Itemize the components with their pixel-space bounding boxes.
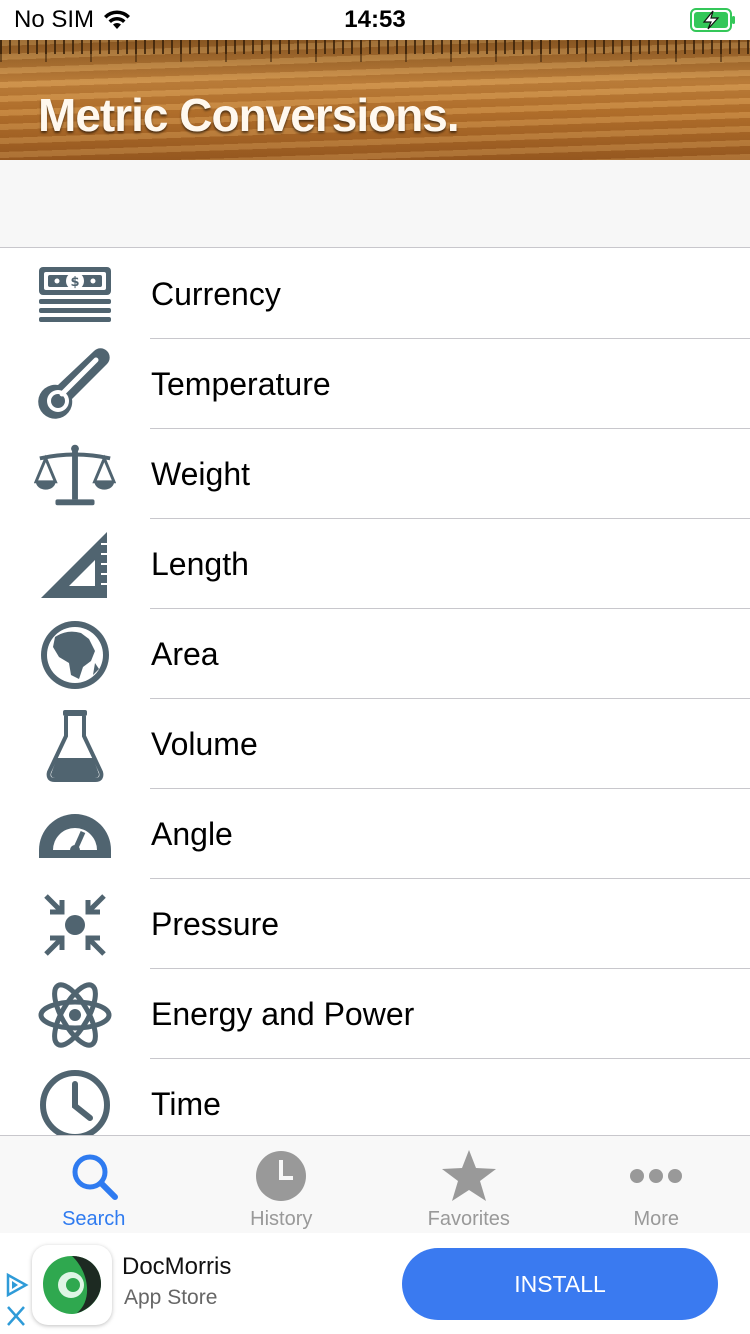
money-stack-icon: $ (34, 257, 116, 333)
more-dots-icon (628, 1148, 684, 1204)
globe-icon (34, 617, 116, 693)
list-item-label: Temperature (151, 365, 331, 402)
header-banner: Metric Conversions. (0, 40, 750, 160)
ad-banner[interactable]: DocMorris App Store INSTALL (0, 1233, 750, 1334)
set-square-icon (34, 527, 116, 603)
tab-label: History (250, 1208, 313, 1230)
flask-icon (34, 707, 116, 783)
ad-store-label: App Store (124, 1286, 218, 1309)
list-item-label: Energy and Power (151, 995, 415, 1032)
list-item-label: Time (151, 1085, 221, 1122)
battery-charging-icon (690, 8, 735, 32)
clock-icon (34, 1067, 116, 1135)
tab-more[interactable]: More (563, 1136, 750, 1233)
list-item-label: Area (151, 635, 219, 672)
list-item-length[interactable]: Length (0, 519, 750, 609)
list-item-energy-and-power[interactable]: Energy and Power (0, 969, 750, 1059)
list-item-label: Weight (151, 455, 251, 492)
list-item-angle[interactable]: Angle (0, 789, 750, 879)
header-spacer (0, 160, 750, 248)
list-item-label: Volume (151, 725, 258, 762)
atom-icon (34, 977, 116, 1053)
compress-arrows-icon (34, 887, 116, 963)
tab-favorites[interactable]: Favorites (375, 1136, 563, 1233)
list-item-temperature[interactable]: Temperature (0, 339, 750, 429)
history-clock-icon (253, 1148, 309, 1204)
tab-bar: Search History Favorites More (0, 1135, 750, 1233)
tab-history[interactable]: History (188, 1136, 376, 1233)
svg-text:$: $ (70, 275, 79, 290)
category-list[interactable]: $ Currency Temperature Weight Length Are… (0, 249, 750, 1135)
list-item-weight[interactable]: Weight (0, 429, 750, 519)
list-item-label: Pressure (151, 905, 280, 942)
thermometer-icon (34, 347, 116, 423)
ad-app-name: DocMorris (122, 1253, 232, 1280)
list-item-area[interactable]: Area (0, 609, 750, 699)
list-item-volume[interactable]: Volume (0, 699, 750, 789)
install-button[interactable]: INSTALL (402, 1248, 718, 1320)
tab-search[interactable]: Search (0, 1136, 188, 1233)
tab-label: More (633, 1208, 680, 1230)
status-time: 14:53 (344, 6, 406, 33)
list-item-time[interactable]: Time (0, 1059, 750, 1135)
list-item-label: Angle (151, 815, 233, 852)
list-item-label: Currency (151, 275, 281, 312)
scale-icon (34, 437, 116, 513)
list-item-currency[interactable]: $ Currency (0, 249, 750, 339)
tab-label: Search (62, 1208, 126, 1230)
app-title: Metric Conversions. (38, 89, 460, 141)
docmorris-app-icon[interactable] (32, 1245, 112, 1325)
tab-label: Favorites (427, 1208, 510, 1230)
star-icon (441, 1148, 497, 1204)
protractor-icon (34, 797, 116, 873)
list-item-pressure[interactable]: Pressure (0, 879, 750, 969)
ad-choices-icon[interactable] (4, 1271, 32, 1331)
status-bar: No SIM 14:53 (0, 0, 750, 40)
list-item-label: Length (151, 545, 249, 582)
search-icon (66, 1148, 122, 1204)
